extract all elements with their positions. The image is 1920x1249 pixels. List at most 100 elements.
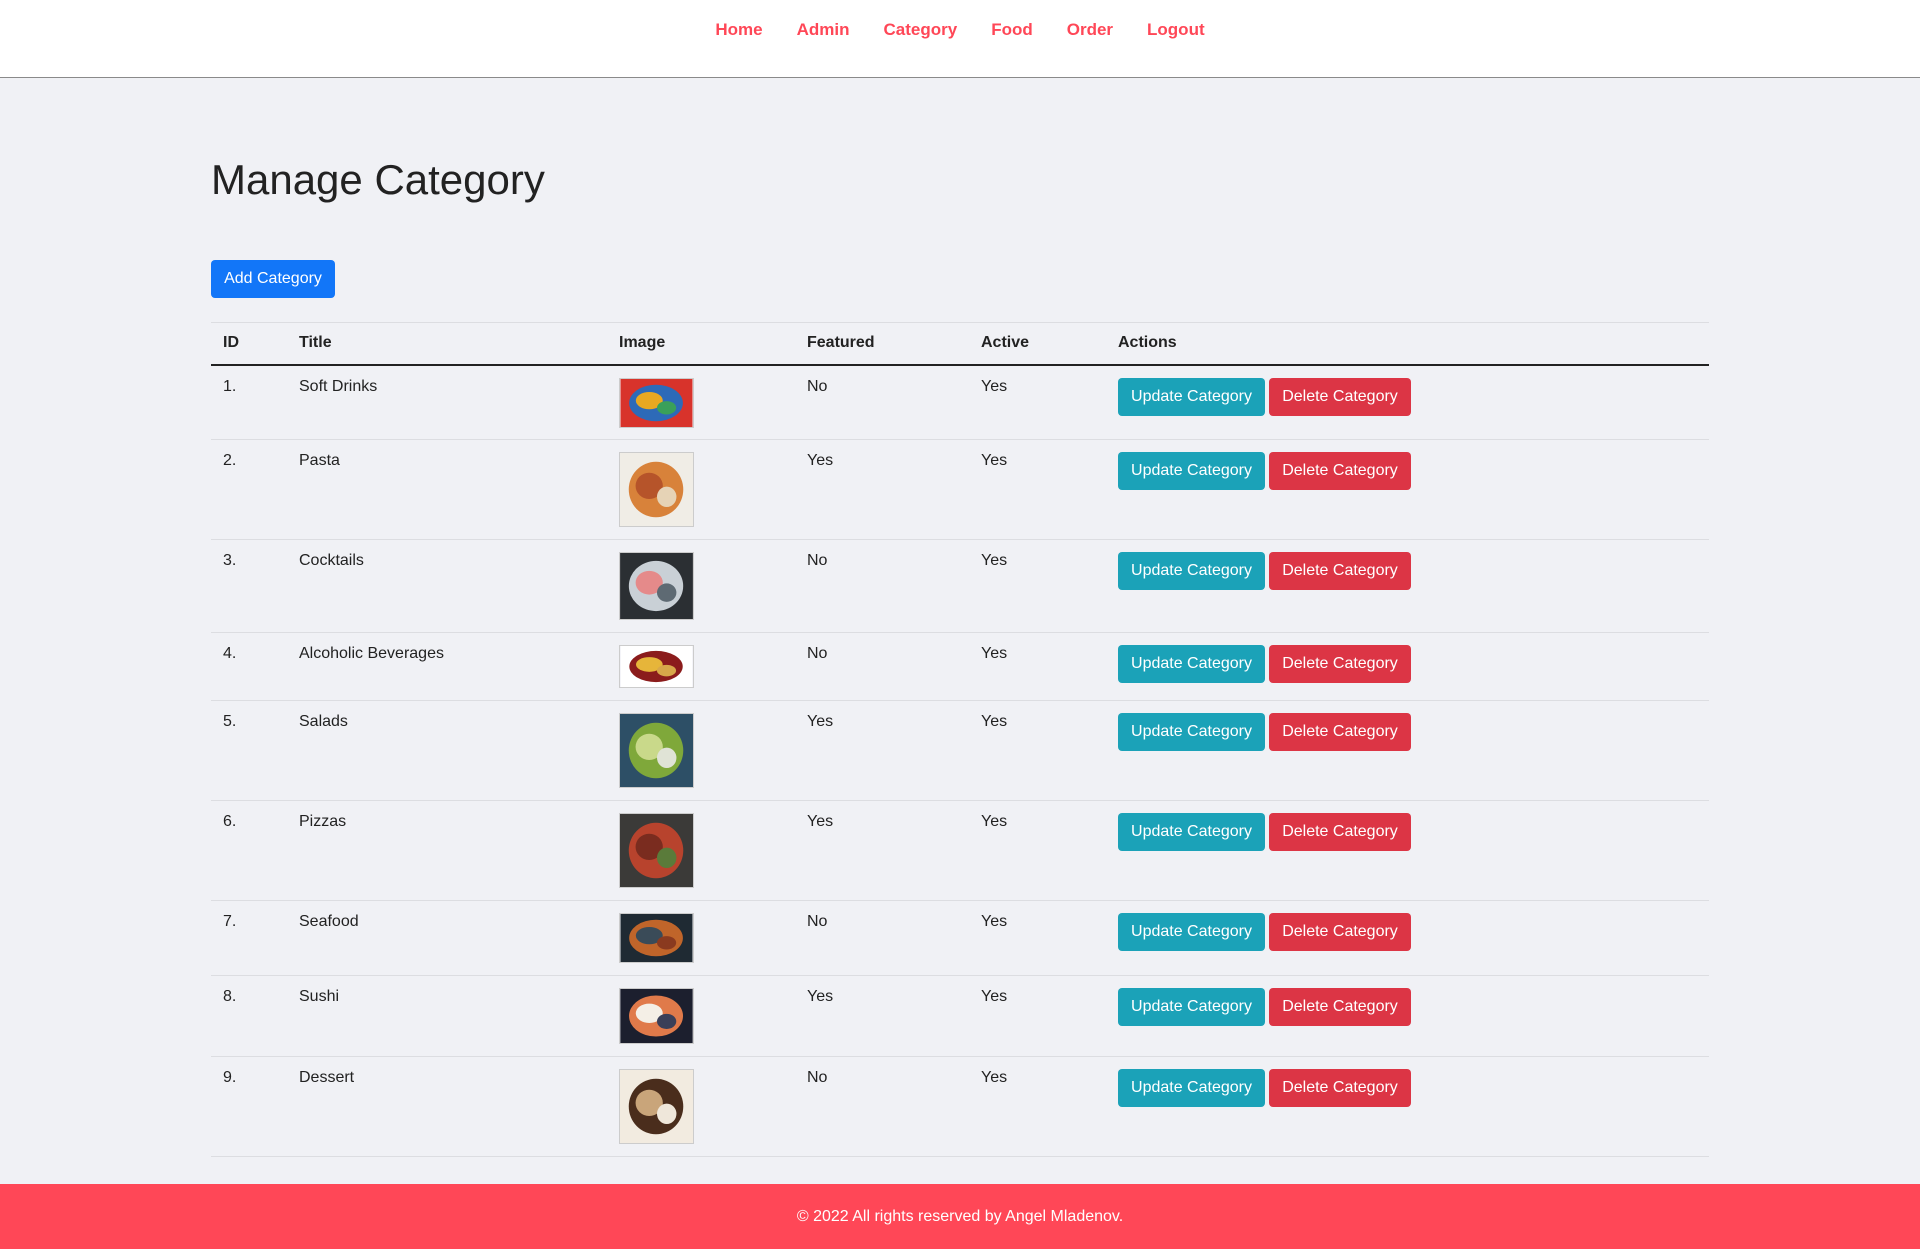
page-title: Manage Category — [211, 156, 545, 203]
row-image-cell — [607, 1056, 795, 1157]
cocktails-image — [619, 552, 694, 620]
row-featured: Yes — [795, 439, 969, 540]
update-category-button[interactable]: Update Category — [1118, 377, 1265, 416]
pasta-image — [619, 452, 694, 527]
row-id: 9. — [211, 1056, 287, 1157]
row-id: 7. — [211, 900, 287, 976]
row-actions: Update Category Delete Category — [1106, 364, 1709, 440]
row-image-cell — [607, 900, 795, 976]
row-active: Yes — [969, 800, 1106, 901]
row-id: 5. — [211, 700, 287, 801]
update-category-button[interactable]: Update Category — [1118, 988, 1265, 1026]
row-actions: Update Category Delete Category — [1106, 700, 1709, 801]
row-title: Alcoholic Beverages — [287, 632, 607, 701]
row-title: Pizzas — [287, 800, 607, 901]
sushi-image — [619, 988, 694, 1044]
table-row: 4. Alcoholic Beverages No Yes Update Categor… — [211, 632, 1709, 701]
row-title: Salads — [287, 700, 607, 801]
row-image-cell — [607, 364, 795, 440]
nav-admin-link[interactable]: Admin — [797, 20, 850, 40]
row-active: Yes — [969, 364, 1106, 440]
row-title: Soft Drinks — [287, 364, 607, 440]
salads-image — [619, 713, 694, 788]
row-featured: Yes — [795, 975, 969, 1057]
row-actions: Update Category Delete Category — [1106, 800, 1709, 901]
soft-drinks-image — [619, 377, 694, 428]
footer-text: © 2022 All rights reserved by Angel Mlad… — [796, 1208, 1124, 1225]
table-row: 9. Dessert No Yes Update Category Delete Cate… — [211, 1056, 1709, 1157]
row-actions: Update Category Delete Category — [1106, 539, 1709, 633]
row-active: Yes — [969, 439, 1106, 540]
row-id: 3. — [211, 539, 287, 633]
table-body: 1. Soft Drinks No Yes Update Category Delete … — [211, 364, 1709, 1157]
row-featured: Yes — [795, 700, 969, 801]
nav-food-link[interactable]: Food — [991, 20, 1033, 40]
nav-category-link[interactable]: Category — [884, 20, 958, 40]
nav-logout-link[interactable]: Logout — [1147, 20, 1205, 40]
delete-category-button[interactable]: Delete Category — [1269, 645, 1411, 683]
header-image: Image — [607, 322, 795, 366]
header-active: Active — [969, 322, 1106, 366]
row-image-cell — [607, 539, 795, 633]
row-active: Yes — [969, 900, 1106, 976]
table-row: 3. Cocktails No Yes Update Category Delete Ca… — [211, 539, 1709, 633]
update-category-button[interactable]: Update Category — [1118, 713, 1265, 751]
header-actions: Actions — [1106, 322, 1709, 366]
top-navbar: Home Admin Category Food Order Logout — [0, 0, 1920, 78]
update-category-button[interactable]: Update Category — [1118, 813, 1265, 851]
row-actions: Update Category Delete Category — [1106, 975, 1709, 1057]
row-image-cell — [607, 800, 795, 901]
delete-category-button[interactable]: Delete Category — [1269, 1069, 1411, 1107]
row-active: Yes — [969, 1056, 1106, 1157]
row-image-cell — [607, 700, 795, 801]
add-category-button[interactable]: Add Category — [211, 260, 335, 298]
update-category-button[interactable]: Update Category — [1118, 552, 1265, 590]
update-category-button[interactable]: Update Category — [1118, 913, 1265, 951]
table-row: 1. Soft Drinks No Yes Update Category Delete … — [211, 364, 1709, 440]
nav-order-link[interactable]: Order — [1067, 20, 1113, 40]
table-header-row: ID Title Image Featured Active Actions — [211, 322, 1709, 366]
row-title: Cocktails — [287, 539, 607, 633]
footer: © 2022 All rights reserved by Angel Mlad… — [0, 1184, 1920, 1249]
row-id: 4. — [211, 632, 287, 701]
update-category-button[interactable]: Update Category — [1118, 1069, 1265, 1107]
row-id: 1. — [211, 364, 287, 440]
update-category-button[interactable]: Update Category — [1118, 645, 1265, 683]
alcoholic-beverages-image — [619, 645, 694, 688]
delete-category-button[interactable]: Delete Category — [1269, 813, 1411, 851]
row-actions: Update Category Delete Category — [1106, 632, 1709, 701]
table-row: 5. Salads Yes Yes Update Category Delete Cate… — [211, 700, 1709, 801]
row-image-cell — [607, 975, 795, 1057]
row-featured: No — [795, 539, 969, 633]
delete-category-button[interactable]: Delete Category — [1269, 713, 1411, 751]
seafood-image — [619, 913, 694, 963]
row-featured: No — [795, 1056, 969, 1157]
row-title: Pasta — [287, 439, 607, 540]
pizzas-image — [619, 813, 694, 888]
row-active: Yes — [969, 975, 1106, 1057]
row-featured: Yes — [795, 800, 969, 901]
row-active: Yes — [969, 539, 1106, 633]
delete-category-button[interactable]: Delete Category — [1269, 377, 1411, 416]
row-active: Yes — [969, 700, 1106, 801]
table-row: 2. Pasta Yes Yes Update Category Delete Categ… — [211, 439, 1709, 540]
category-table: ID Title Image Featured Active Actions 1… — [211, 322, 1709, 1157]
row-title: Seafood — [287, 900, 607, 976]
delete-category-button[interactable]: Delete Category — [1269, 452, 1411, 490]
header-title: Title — [287, 322, 607, 366]
row-image-cell — [607, 439, 795, 540]
table-row: 7. Seafood No Yes Update Category Delete Cate… — [211, 900, 1709, 976]
row-id: 8. — [211, 975, 287, 1057]
header-id: ID — [211, 322, 287, 366]
nav-home-link[interactable]: Home — [715, 20, 762, 40]
row-title: Sushi — [287, 975, 607, 1057]
row-title: Dessert — [287, 1056, 607, 1157]
row-id: 6. — [211, 800, 287, 901]
delete-category-button[interactable]: Delete Category — [1269, 913, 1411, 951]
row-actions: Update Category Delete Category — [1106, 900, 1709, 976]
update-category-button[interactable]: Update Category — [1118, 452, 1265, 490]
row-featured: No — [795, 364, 969, 440]
delete-category-button[interactable]: Delete Category — [1269, 988, 1411, 1026]
delete-category-button[interactable]: Delete Category — [1269, 552, 1411, 590]
row-actions: Update Category Delete Category — [1106, 1056, 1709, 1157]
